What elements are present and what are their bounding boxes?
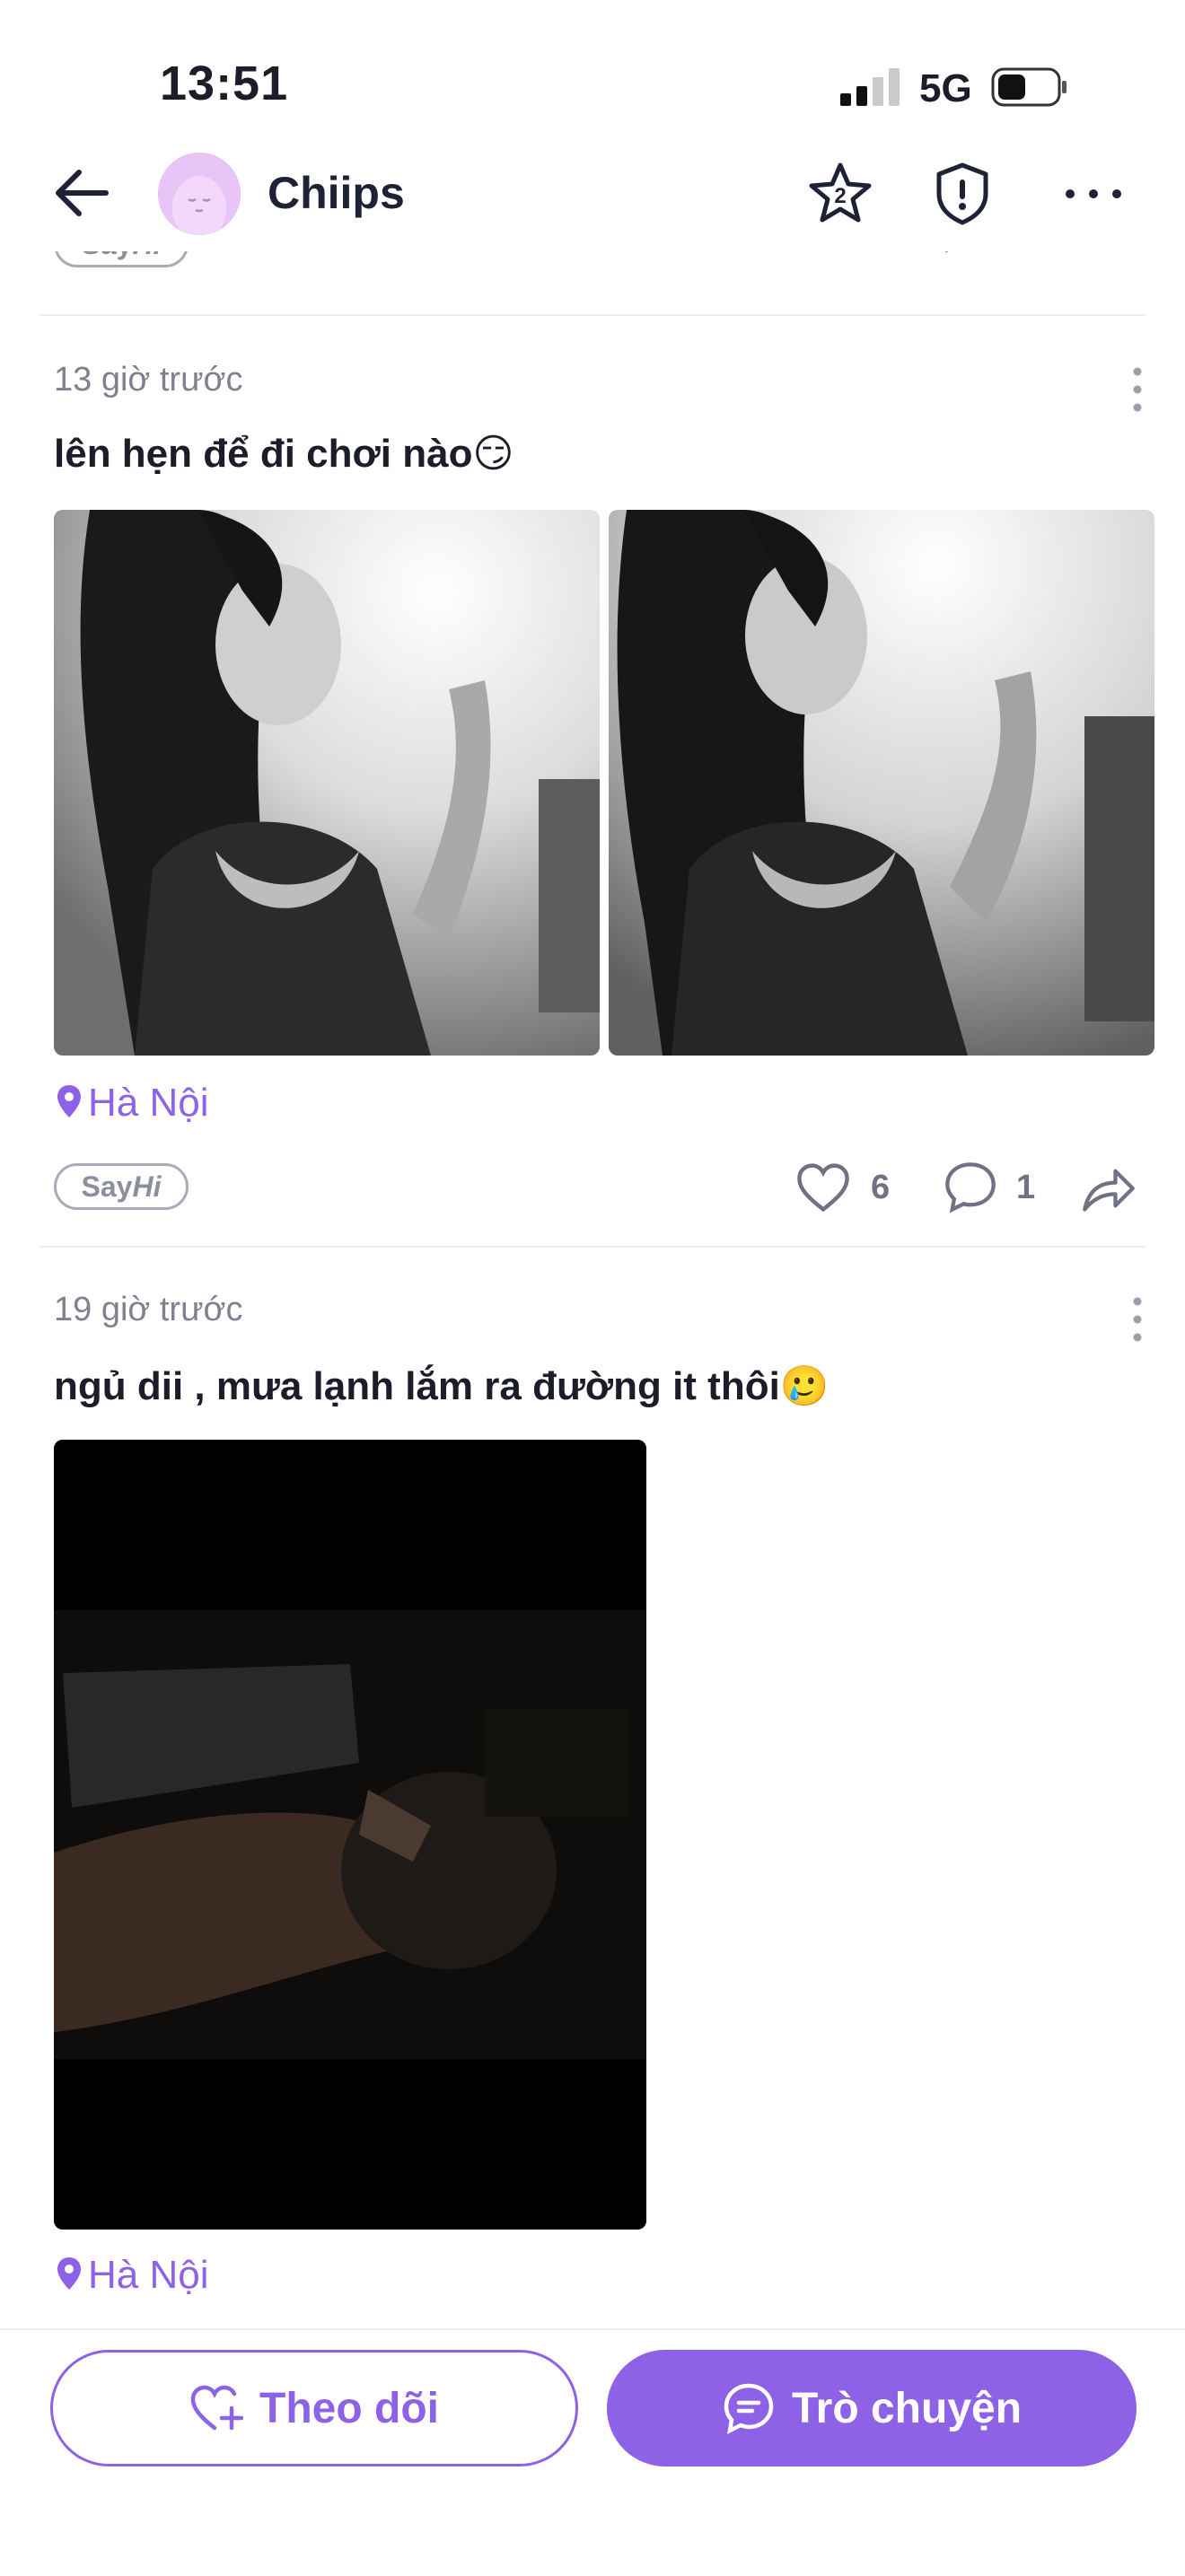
profile-name: Chiips — [268, 168, 405, 218]
selfie-photo-image — [609, 510, 1154, 1056]
avatar[interactable] — [158, 153, 241, 235]
battery-icon — [991, 67, 1066, 107]
comment-bubble-icon[interactable] — [943, 1160, 998, 1215]
post-text: ngủ dii , mưa lạnh lắm ra đường it thôi🥲 — [54, 1364, 830, 1408]
chat-button[interactable]: Trò chuyện — [607, 2350, 1137, 2466]
follow-label: Theo dõi — [259, 2384, 439, 2432]
avatar-face-icon — [158, 153, 241, 235]
more-options-icon[interactable] — [1058, 158, 1129, 230]
back-arrow-icon[interactable] — [50, 162, 113, 224]
favorite-badge-count: 2 — [834, 184, 846, 208]
post-time: 13 giờ trước — [54, 361, 243, 399]
heart-plus-icon — [190, 2385, 244, 2431]
post-menu-icon[interactable] — [1131, 1292, 1144, 1346]
post-photo[interactable] — [609, 510, 1154, 1056]
favorite-star-icon[interactable]: 2 — [804, 158, 876, 230]
sayhi-button[interactable]: SayHi — [54, 1163, 189, 1210]
post-photo[interactable] — [54, 1440, 646, 2230]
like-count: 6 — [871, 1169, 891, 1206]
comment-count: 1 — [1016, 1169, 1036, 1206]
status-bar: 13:51 5G — [0, 0, 1185, 135]
night-photo-image — [54, 1440, 646, 2230]
status-time: 13:51 — [160, 57, 289, 110]
selfie-photo-image — [54, 510, 600, 1056]
post-menu-icon[interactable] — [1131, 363, 1144, 416]
follow-button[interactable]: Theo dõi — [50, 2350, 578, 2466]
post-location[interactable]: Hà Nội — [56, 1081, 209, 1126]
post-photo[interactable] — [54, 510, 600, 1056]
divider — [40, 1246, 1146, 1248]
share-arrow-icon[interactable] — [1081, 1163, 1137, 1214]
divider — [40, 314, 1146, 316]
location-label: Hà Nội — [88, 2253, 209, 2297]
chat-label: Trò chuyện — [791, 2384, 1023, 2432]
profile-header: Chiips 2 — [0, 135, 1185, 251]
cellular-signal-icon — [840, 68, 900, 106]
post-time: 19 giờ trước — [54, 1291, 243, 1328]
report-shield-icon[interactable] — [926, 158, 998, 230]
chat-bubble-icon — [724, 2383, 774, 2434]
post-location[interactable]: Hà Nội — [56, 2253, 209, 2298]
network-type: 5G — [919, 66, 972, 110]
post-text: lên hẹn để đi chơi nào😏 — [54, 432, 514, 476]
location-label: Hà Nội — [88, 1081, 209, 1125]
like-heart-icon[interactable] — [795, 1161, 851, 1214]
location-pin-icon — [57, 1085, 81, 1117]
bottom-action-bar: Theo dõi Trò chuyện — [0, 2328, 1185, 2576]
location-pin-icon — [57, 2257, 81, 2290]
